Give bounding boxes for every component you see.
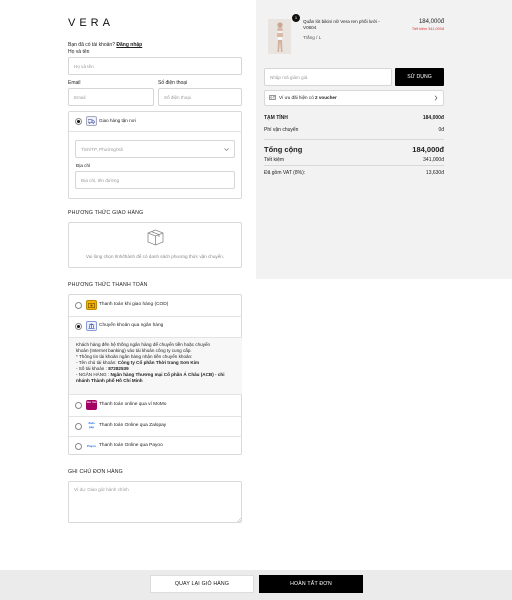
order-note-title: GHI CHÚ ĐƠN HÀNG — [68, 469, 123, 475]
address-input[interactable]: Địa chỉ, tên đường — [75, 171, 235, 189]
payment-method-label-zalopay[interactable]: Thanh toán Online qua Zalopay — [99, 423, 166, 428]
chevron-down-icon — [224, 147, 229, 151]
email-label: Email — [68, 80, 81, 86]
total-saving-value: 341,000đ — [423, 157, 444, 163]
product-variant: Trắng / L — [303, 35, 322, 40]
cod-radio[interactable] — [75, 302, 82, 309]
back-to-cart-button[interactable]: QUAY LẠI GIỎ HÀNG — [150, 575, 254, 593]
total-saving-label: Tiết kiệm — [264, 157, 285, 163]
product-name: Quần lót bikini nữ Vera ren phối lưới - … — [303, 19, 383, 31]
login-prompt: Bạn đã có tài khoản? Đăng nhập — [68, 42, 142, 48]
divider — [69, 131, 242, 132]
shipping-fee-value: 0đ — [438, 127, 444, 133]
voucher-text: Ví ưu đãi hiện có 2 voucher — [279, 95, 337, 101]
payment-method-label-payoo[interactable]: Thanh toán Online qua Payoo — [99, 443, 163, 448]
voucher-icon — [269, 95, 276, 102]
login-link[interactable]: Đăng nhập — [116, 42, 142, 48]
product-saving: Tiết kiệm 341,000đ — [411, 27, 444, 31]
zalopay-radio[interactable] — [75, 423, 82, 430]
resize-handle-icon[interactable] — [236, 517, 242, 524]
delivery-radio[interactable] — [75, 118, 82, 125]
divider — [264, 139, 444, 140]
bank-info-text: Khách hàng đến hệ thống ngân hàng để chu… — [76, 342, 238, 384]
shipping-fee-row: Phí vận chuyển 0đ — [264, 127, 444, 133]
login-prompt-text: Bạn đã có tài khoản? — [68, 42, 115, 48]
complete-order-button[interactable]: HOÀN TẤT ĐƠN — [259, 575, 363, 593]
payoo-icon: Payoo — [86, 441, 97, 451]
cash-icon — [86, 300, 97, 310]
phone-label: Số điện thoại — [158, 80, 188, 86]
subtotal-label: TẠM TÍNH — [264, 115, 288, 121]
address-label: Địa chỉ — [76, 163, 91, 168]
account-number-value: 87282539 — [108, 366, 129, 371]
divider — [69, 416, 242, 417]
product-name-line: Quần lót bikini nữ Vera ren phối lưới - — [303, 19, 380, 24]
footer-action-bar — [0, 570, 512, 600]
box-icon — [146, 228, 165, 249]
order-note-textarea[interactable]: Ví dụ: Giao giờ hành chính — [68, 481, 242, 523]
account-holder-value: Công ty Cổ phần Thời trang Sơn Kim — [117, 360, 200, 365]
payoo-radio[interactable] — [75, 443, 82, 450]
divider — [69, 316, 242, 317]
total-saving-row: Tiết kiệm 341,000đ — [264, 157, 444, 163]
divider — [69, 436, 242, 437]
province-select[interactable]: Tỉnh/TP, Phường/Xã — [75, 140, 235, 158]
discount-code-input[interactable]: Nhập mã giảm giá — [264, 68, 392, 86]
voucher-prefix: Ví ưu đãi hiện có — [279, 95, 316, 100]
total-row: Tổng cộng 184,000đ — [264, 145, 444, 154]
payment-section-title: PHƯƠNG THỨC THANH TOÁN — [68, 282, 148, 288]
bank-branch-value: nhánh Thành phố Hồ Chí Minh — [76, 378, 143, 383]
momo-radio[interactable] — [75, 402, 82, 409]
total-value: 184,000đ — [412, 145, 444, 154]
account-holder-label: - Tên chủ tài khoản: — [76, 360, 118, 365]
shipping-fee-label: Phí vận chuyển — [264, 127, 299, 133]
province-select-value: Tỉnh/TP, Phường/Xã — [81, 146, 123, 152]
bank-name-label: - NGÂN HÀNG : — [76, 372, 111, 377]
subtotal-row: TẠM TÍNH 184,000đ — [264, 115, 444, 121]
name-label: Họ và tên — [68, 49, 90, 55]
email-input[interactable]: Email — [68, 88, 154, 106]
bank-name-value: Ngân hàng Thương mại Cổ phần Á Châu (ACB… — [110, 372, 225, 377]
payment-method-label-cod[interactable]: Thanh toán khi giao hàng (COD) — [99, 302, 168, 307]
vat-label: Đã gồm VAT (8%): — [264, 170, 306, 176]
momo-icon: mo mo — [86, 400, 97, 410]
product-thumbnail — [268, 19, 291, 54]
delivery-option-label: Giao hàng tận nơi — [99, 118, 136, 123]
subtotal-value: 184,000đ — [422, 115, 444, 121]
account-number-label: - Số tài khoản : — [76, 366, 109, 371]
zalopay-icon: Zalo pay — [86, 421, 97, 431]
payment-method-label-momo[interactable]: Thanh toán online qua ví MoMo — [99, 402, 166, 407]
total-label: Tổng cộng — [264, 145, 303, 154]
phone-input[interactable]: Số điện thoại — [158, 88, 242, 106]
bank-transfer-radio[interactable] — [75, 323, 82, 330]
product-price: 184,000đ — [418, 19, 444, 25]
chevron-right-icon — [434, 95, 438, 103]
voucher-count: 2 voucher — [315, 95, 337, 100]
vat-row: Đã gồm VAT (8%): 13,630đ — [264, 170, 444, 176]
delivery-truck-icon — [86, 116, 97, 126]
shipping-section-title: PHƯƠNG THỨC GIAO HÀNG — [68, 210, 144, 216]
payment-method-label-bank[interactable]: Chuyển khoản qua ngân hàng — [99, 323, 163, 328]
shipping-empty-text: Vui lòng chọn tỉnh/thành để có danh sách… — [85, 254, 225, 259]
divider — [264, 165, 444, 166]
name-input[interactable]: Họ và tên — [68, 57, 242, 75]
brand-logo[interactable]: VERA — [68, 17, 114, 29]
product-name-line: V0604 — [303, 24, 317, 30]
vat-value: 13,630đ — [425, 170, 444, 176]
bank-icon — [86, 321, 97, 331]
quantity-badge: 1 — [292, 14, 300, 22]
apply-discount-button[interactable]: SỬ DỤNG — [395, 68, 444, 86]
